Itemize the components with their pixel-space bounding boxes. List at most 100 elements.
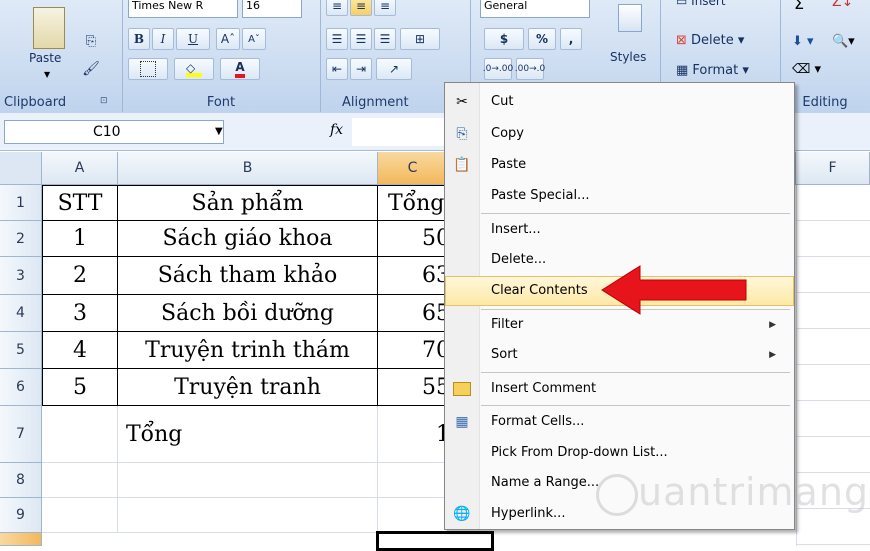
- cell-b1[interactable]: Sản phẩm: [118, 185, 378, 221]
- row-header-10[interactable]: [0, 533, 42, 546]
- decrease-decimal-button[interactable]: .00→.0: [515, 58, 545, 80]
- cell-b4[interactable]: Sách bồi dưỡng: [118, 295, 378, 332]
- orientation-button[interactable]: ↗: [376, 58, 412, 80]
- menu-item-sort[interactable]: Sort ▶: [445, 340, 794, 370]
- menu-item-paste-special[interactable]: Paste Special...: [445, 181, 794, 211]
- cell-a5[interactable]: 4: [42, 332, 118, 369]
- cell-a7[interactable]: [42, 406, 118, 463]
- align-center-button[interactable]: ☰: [350, 28, 372, 50]
- bold-button[interactable]: B: [128, 28, 150, 50]
- formula-input[interactable]: [352, 118, 452, 146]
- fill-button[interactable]: ⬇ ▾: [792, 34, 814, 49]
- menu-item-insert[interactable]: Insert...: [445, 215, 794, 245]
- fill-color-button[interactable]: ◇: [174, 58, 214, 80]
- cell-a3[interactable]: 2: [42, 257, 118, 295]
- increase-indent-button[interactable]: ⇥: [350, 58, 372, 80]
- align-bottom-button[interactable]: ≡: [374, 0, 396, 16]
- cell-c4[interactable]: 65: [378, 295, 448, 332]
- decrease-indent-button[interactable]: ⇤: [326, 58, 348, 80]
- menu-item-format-cells[interactable]: ▦ Format Cells...: [445, 407, 794, 437]
- font-color-button[interactable]: A: [220, 58, 260, 80]
- increase-decimal-button[interactable]: .0→.00: [483, 58, 513, 80]
- row-header-8[interactable]: 8: [0, 463, 42, 498]
- paste-dropdown-icon[interactable]: ▼: [44, 70, 50, 79]
- shrink-font-button[interactable]: Aˇ: [242, 28, 266, 50]
- cell-a6[interactable]: 5: [42, 369, 118, 406]
- font-name-field[interactable]: Times New R: [128, 0, 238, 18]
- menu-item-paste[interactable]: 📋 Paste: [445, 150, 794, 180]
- cell-a2[interactable]: 1: [42, 221, 118, 257]
- cell-a4[interactable]: 3: [42, 295, 118, 332]
- sum-icon[interactable]: Σ: [794, 0, 804, 13]
- cell-a1[interactable]: STT: [42, 185, 118, 221]
- cell-b6[interactable]: Truyện tranh: [118, 369, 378, 406]
- borders-button[interactable]: [128, 58, 168, 80]
- column-header-b[interactable]: B: [118, 152, 378, 185]
- sort-filter-icon[interactable]: Z↓: [832, 0, 853, 10]
- number-format-field[interactable]: General: [480, 0, 590, 18]
- column-header-f[interactable]: F: [796, 152, 870, 185]
- row-header-3[interactable]: 3: [0, 257, 42, 295]
- cell-b5[interactable]: Truyện trinh thám: [118, 332, 378, 369]
- cell-b2[interactable]: Sách giáo khoa: [118, 221, 378, 257]
- cell-b7[interactable]: Tổng: [118, 406, 378, 463]
- select-all-corner[interactable]: [0, 152, 42, 185]
- paste-button[interactable]: [28, 2, 70, 54]
- clipboard-group: Paste ▼ ⎘ 🖌 Clipboard ⊡: [0, 0, 123, 112]
- currency-button[interactable]: $: [484, 28, 524, 50]
- delete-cells-button[interactable]: ⊠ Delete ▾: [676, 33, 744, 48]
- insert-cells-button[interactable]: ▭ Insert: [676, 0, 726, 8]
- insert-function-button[interactable]: fx: [330, 122, 343, 138]
- merge-center-button[interactable]: ⊞: [400, 28, 440, 50]
- row-header-1[interactable]: 1: [0, 185, 42, 221]
- row-header-6[interactable]: 6: [0, 369, 42, 406]
- cell-c9[interactable]: [378, 498, 448, 533]
- cell-a8[interactable]: [42, 463, 118, 498]
- selected-cell-c10[interactable]: [376, 531, 494, 551]
- clear-button[interactable]: ⌫ ▾: [792, 62, 821, 77]
- align-middle-button[interactable]: ≡: [350, 0, 372, 16]
- format-cells-button[interactable]: ▦ Format ▾: [676, 63, 749, 78]
- name-box-dropdown-icon[interactable]: ▼: [215, 126, 223, 137]
- name-box[interactable]: C10 ▼: [4, 120, 224, 144]
- cell-c3[interactable]: 63: [378, 257, 448, 295]
- styles-button[interactable]: Styles: [610, 50, 646, 64]
- menu-item-insert-comment[interactable]: Insert Comment: [445, 374, 794, 404]
- row-header-4[interactable]: 4: [0, 295, 42, 332]
- column-header-c[interactable]: C: [378, 152, 448, 185]
- font-size-field[interactable]: 16: [242, 0, 302, 18]
- cell-c7[interactable]: 1: [378, 406, 448, 463]
- menu-item-pick-from-list[interactable]: Pick From Drop-down List...: [445, 438, 794, 468]
- grow-font-button[interactable]: Aˆ: [216, 28, 240, 50]
- cell-b9[interactable]: [118, 498, 378, 533]
- cell-c5[interactable]: 70: [378, 332, 448, 369]
- align-right-button[interactable]: ☰: [374, 28, 396, 50]
- fill-color-icon: ◇: [186, 61, 202, 77]
- cell-a9[interactable]: [42, 498, 118, 533]
- percent-button[interactable]: %: [528, 28, 556, 50]
- find-select-icon[interactable]: 🔍▾: [832, 34, 855, 49]
- align-top-button[interactable]: ≡: [326, 0, 348, 16]
- row-header-9[interactable]: 9: [0, 498, 42, 533]
- hyperlink-icon: 🌐: [453, 506, 471, 522]
- cell-c6[interactable]: 55: [378, 369, 448, 406]
- underline-button[interactable]: U: [176, 28, 210, 50]
- row-header-7[interactable]: 7: [0, 406, 42, 463]
- format-painter-button[interactable]: 🖌: [80, 58, 102, 80]
- dialog-launcher-icon[interactable]: ⊡: [100, 96, 108, 106]
- column-header-a[interactable]: A: [42, 152, 118, 185]
- cell-c8[interactable]: [378, 463, 448, 498]
- align-left-button[interactable]: ☰: [326, 28, 348, 50]
- menu-item-copy[interactable]: ⎘ Copy: [445, 119, 794, 149]
- menu-item-cut[interactable]: ✂ Cut: [445, 87, 794, 117]
- copy-button[interactable]: ⎘: [80, 30, 102, 52]
- cell-c1[interactable]: Tổng: [378, 185, 448, 221]
- cell-c2[interactable]: 50: [378, 221, 448, 257]
- row-header-2[interactable]: 2: [0, 221, 42, 257]
- font-group: Times New R 16 B I U Aˆ Aˇ ◇ A Font: [122, 0, 321, 112]
- cell-b3[interactable]: Sách tham khảo: [118, 257, 378, 295]
- italic-button[interactable]: I: [152, 28, 174, 50]
- comma-button[interactable]: ,: [560, 28, 582, 50]
- row-header-5[interactable]: 5: [0, 332, 42, 369]
- cell-b8[interactable]: [118, 463, 378, 498]
